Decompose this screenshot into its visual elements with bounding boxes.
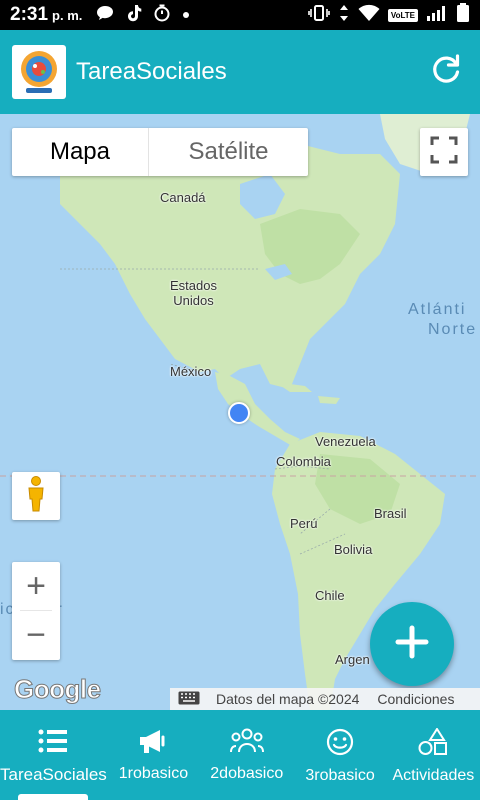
fullscreen-button[interactable] <box>420 128 468 176</box>
nav-label-2dobasico: 2dobasico <box>210 765 284 782</box>
school-logo <box>12 45 66 99</box>
map-attribution-bar: Datos del mapa ©2024 Condiciones <box>170 688 480 710</box>
active-tab-indicator <box>18 794 89 800</box>
chat-bubble-icon <box>96 5 114 26</box>
map-label-bolivia: Bolivia <box>334 542 373 557</box>
map-label-atlantic-2: Norte <box>428 321 478 338</box>
status-bar: 2:31 p. m. VoLTE <box>0 0 480 30</box>
map-label-mexico: México <box>170 364 212 379</box>
pegman-icon <box>25 475 47 517</box>
terms-link[interactable]: Condiciones <box>377 691 454 707</box>
map-type-satellite-button[interactable]: Satélite <box>148 128 308 176</box>
map-data-attribution[interactable]: Datos del mapa ©2024 <box>216 691 359 707</box>
smiley-icon <box>326 728 354 761</box>
map-label-atlantic-1: Atlánti <box>408 301 467 318</box>
zoom-control: + − <box>12 562 60 660</box>
vibrate-icon <box>308 4 330 26</box>
map-label-usa: Estados Unidos <box>170 278 217 308</box>
fullscreen-icon <box>430 136 458 169</box>
app-bar: TareaSociales <box>0 30 480 114</box>
map-type-selector: Mapa Satélite <box>12 128 308 176</box>
map-label-brasil: Brasil <box>374 506 407 521</box>
tiktok-icon <box>126 4 142 27</box>
nav-item-3robasico[interactable]: 3robasico <box>293 710 386 800</box>
zoom-in-button[interactable]: + <box>12 562 60 610</box>
map-label-colombia: Colombia <box>276 454 331 469</box>
plus-icon <box>395 625 429 664</box>
google-logo: Google <box>14 674 102 705</box>
bottom-navigation: TareaSociales 1robasico 2dobasico 3robas… <box>0 710 480 800</box>
wifi-icon <box>358 4 380 27</box>
map-view[interactable]: Canadá Estados Unidos México Venezuela C… <box>0 114 480 710</box>
battery-icon <box>456 2 470 28</box>
street-view-pegman-button[interactable] <box>12 472 60 520</box>
shapes-icon <box>418 727 448 761</box>
map-label-venezuela: Venezuela <box>315 434 376 449</box>
map-label-argentina: Argen <box>335 652 370 667</box>
nav-item-tareasociales[interactable]: TareaSociales <box>0 710 107 800</box>
nav-item-2dobasico[interactable]: 2dobasico <box>200 710 293 800</box>
nav-item-actividades[interactable]: Actividades <box>387 710 480 800</box>
add-fab-button[interactable] <box>370 602 454 686</box>
volte-badge: VoLTE <box>387 8 418 22</box>
map-type-map-button[interactable]: Mapa <box>12 128 148 176</box>
app-title: TareaSociales <box>76 58 227 85</box>
current-location-marker <box>228 402 250 424</box>
timer-icon <box>154 4 170 27</box>
signal-icon <box>426 5 448 26</box>
data-arrows-icon <box>338 4 350 27</box>
status-ampm: p. m. <box>52 7 83 23</box>
zoom-out-button[interactable]: − <box>12 611 60 659</box>
refresh-button[interactable] <box>424 50 468 94</box>
nav-label-tareasociales: TareaSociales <box>0 765 107 784</box>
map-label-canada: Canadá <box>160 190 206 205</box>
map-label-peru: Perú <box>290 516 318 531</box>
dot-icon <box>182 6 190 24</box>
nav-label-actividades: Actividades <box>392 767 475 784</box>
group-icon <box>229 728 264 759</box>
nav-label-3robasico: 3robasico <box>305 767 375 784</box>
list-icon <box>38 728 68 759</box>
map-label-chile: Chile <box>315 588 345 603</box>
nav-label-1robasico: 1robasico <box>118 765 189 782</box>
nav-item-1robasico[interactable]: 1robasico <box>107 710 200 800</box>
refresh-icon <box>429 53 463 92</box>
status-time: 2:31 <box>10 4 49 25</box>
keyboard-shortcuts-icon[interactable] <box>178 691 200 708</box>
megaphone-icon <box>138 728 168 759</box>
